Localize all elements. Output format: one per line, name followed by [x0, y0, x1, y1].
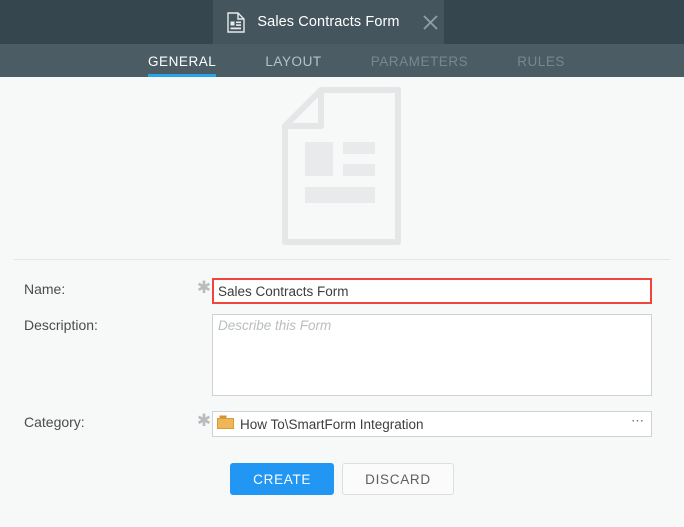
category-value: How To\SmartForm Integration [240, 416, 424, 432]
name-required-star: ✱ [196, 278, 212, 298]
category-field[interactable]: How To\SmartForm Integration ⋯ [212, 411, 652, 437]
document-tab-title: Sales Contracts Form [257, 14, 400, 30]
tab-parameters-label: PARAMETERS [370, 54, 469, 69]
action-buttons: CREATE DISCARD [0, 463, 684, 495]
name-input[interactable] [212, 278, 652, 304]
category-browse-button[interactable]: ⋯ [627, 410, 649, 438]
create-button[interactable]: CREATE [230, 463, 335, 495]
tab-layout[interactable]: LAYOUT [265, 54, 321, 77]
general-panel: Name: ✱ Description: Category: ✱ [0, 77, 684, 527]
tab-general[interactable]: GENERAL [148, 54, 217, 77]
discard-button[interactable]: DISCARD [342, 463, 454, 495]
description-label: Description: [24, 317, 98, 333]
form-document-icon [227, 11, 245, 33]
tab-rules[interactable]: RULES [517, 54, 565, 77]
field-row-category: Category: ✱ How To\SmartForm Integration… [0, 411, 684, 437]
folder-icon [217, 414, 234, 435]
category-required-star: ✱ [196, 411, 212, 431]
tab-layout-label: LAYOUT [265, 54, 322, 69]
titlebar: Sales Contracts Form [0, 0, 684, 44]
field-row-description: Description: [0, 314, 684, 401]
form-fields: Name: ✱ Description: Category: ✱ [0, 260, 684, 495]
description-textarea[interactable] [212, 314, 652, 396]
category-label: Category: [24, 414, 85, 430]
document-tab[interactable]: Sales Contracts Form [213, 0, 444, 44]
name-label: Name: [24, 281, 66, 297]
tab-rules-label: RULES [517, 54, 565, 69]
tab-general-label: GENERAL [148, 54, 217, 69]
tab-parameters[interactable]: PARAMETERS [371, 54, 469, 77]
form-document-preview-icon [281, 86, 403, 251]
close-icon[interactable] [416, 0, 444, 44]
form-preview-area [0, 77, 684, 259]
field-row-name: Name: ✱ [0, 278, 684, 304]
section-tabs: GENERAL LAYOUT PARAMETERS RULES [0, 44, 684, 77]
